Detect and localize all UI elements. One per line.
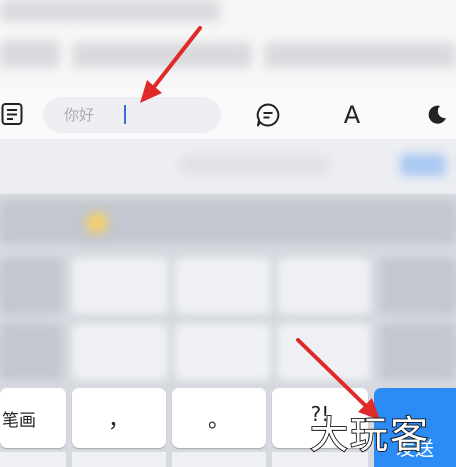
arrow-to-send (296, 338, 372, 412)
watermark-logo: 大玩客 (310, 412, 430, 458)
arrow-to-input (148, 26, 202, 94)
watermark-text: 大玩客 (310, 413, 430, 457)
annotation-arrows (140, 26, 380, 420)
